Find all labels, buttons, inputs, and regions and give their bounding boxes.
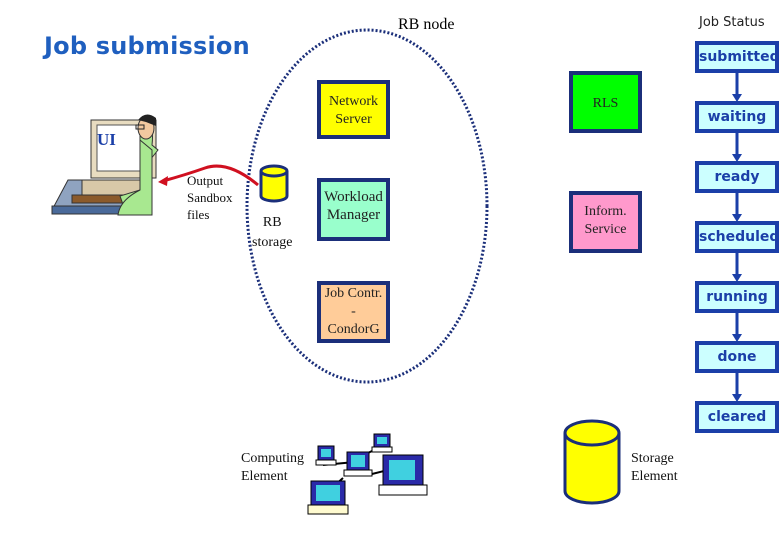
output-sandbox-line3: files [187,207,210,222]
computing-element-label: Computing Element [241,450,304,486]
network-server-line2: Server [335,112,372,127]
network-server-line1: Network [329,94,378,109]
status-ready[interactable]: ready [695,161,779,193]
rb-node-label: RB node [398,16,455,33]
output-sandbox-line2: Sandbox [187,190,233,205]
rb-storage-cylinder-icon [259,164,289,203]
computing-element-line2: Element [241,469,288,484]
computing-element-network-icon [307,433,428,515]
status-scheduled[interactable]: scheduled [695,221,779,253]
storage-element-label: Storage Element [631,450,678,486]
status-submitted[interactable]: submitted [695,41,780,73]
job-controller-line1: Job Contr. [324,286,383,301]
rb-storage-label: RB storage [252,213,292,253]
computing-element-line1: Computing [241,451,305,466]
rls-box[interactable]: RLS [569,71,642,133]
workload-manager-box[interactable]: Workload Manager [317,178,390,241]
job-controller-line3: CondorG [327,322,380,337]
output-sandbox-line1: Output [187,173,224,188]
storage-element-line1: Storage [631,451,674,466]
ui-label: UI [97,130,116,149]
output-sandbox-arrowhead [158,176,168,186]
rb-storage-line2: storage [252,235,293,250]
storage-element-cylinder-icon [563,419,621,505]
status-running[interactable]: running [695,281,779,313]
output-sandbox-label: Output Sandbox files [187,172,233,223]
information-service-box[interactable]: Inform. Service [569,191,642,253]
job-status-title: Job Status [699,15,765,30]
workload-manager-line2: Manager [326,207,381,223]
job-controller-line2: - [351,304,356,319]
job-controller-box[interactable]: Job Contr. - CondorG [317,281,390,343]
workload-manager-line1: Workload [324,189,383,205]
information-service-line2: Service [584,222,627,237]
status-cleared[interactable]: cleared [695,401,779,433]
rls-label: RLS [592,96,619,111]
status-waiting[interactable]: waiting [695,101,779,133]
storage-element-line2: Element [631,469,678,484]
network-server-box[interactable]: Network Server [317,80,390,139]
rb-storage-line1: RB [262,215,282,230]
status-done[interactable]: done [695,341,779,373]
page-title: Job submission [44,32,250,60]
information-service-line1: Inform. [584,204,627,219]
